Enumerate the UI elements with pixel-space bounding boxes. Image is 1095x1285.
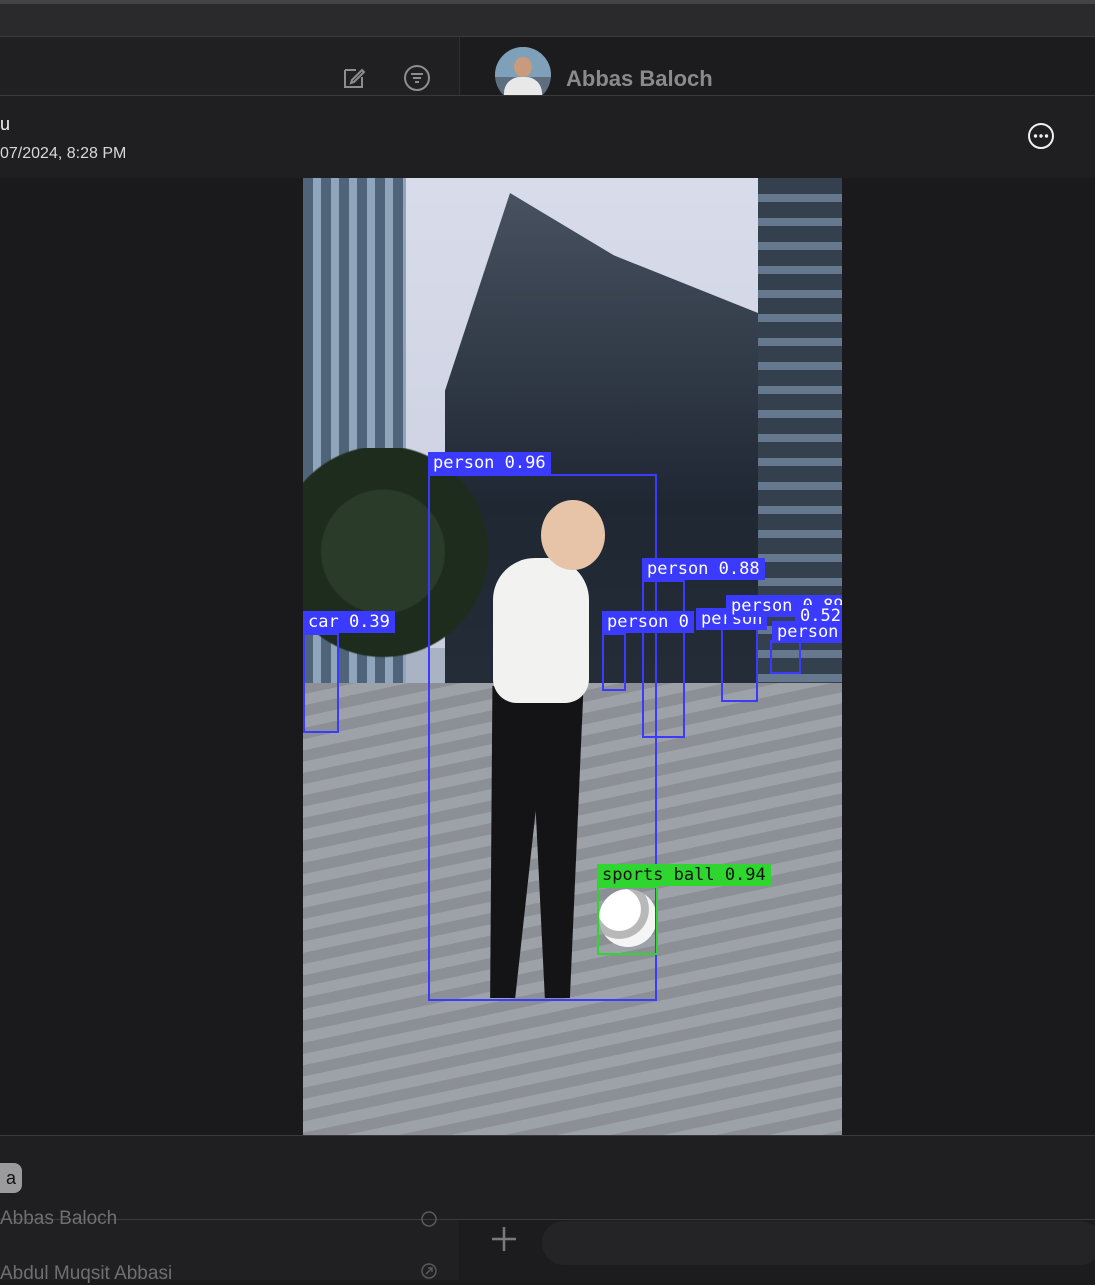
message-input[interactable] [542,1221,1095,1265]
detection-photo[interactable]: person 0.96 person 0.88 car 0.39 person … [303,178,842,1135]
filter-icon[interactable] [403,64,431,92]
chat-contact-name[interactable]: Abbas Baloch [566,66,713,92]
chat-list-item[interactable]: Abdul Muqsit Abbasi [0,1263,172,1285]
media-viewer-header [0,95,1095,179]
pin-icon [420,1210,438,1228]
detection-box [602,633,626,691]
detection-label: person [772,621,842,643]
detection-label: person 0.96 [428,452,551,474]
detection-box [770,640,801,674]
window-titlebar [0,0,1095,37]
detection-label: car 0.39 [303,611,395,633]
media-viewer-footer [0,1135,1095,1220]
detection-label-green: sports ball 0.94 [597,864,771,886]
plus-icon[interactable] [489,1224,519,1254]
pin-icon [420,1262,438,1280]
chat-header[interactable] [460,37,1095,95]
thumbnail-chip[interactable]: a [0,1163,22,1193]
footer-divider [0,1219,1095,1220]
detection-box-green [597,886,658,955]
detection-label: person 0 [602,611,694,633]
chat-list-item[interactable]: Abbas Baloch [0,1208,117,1230]
compose-icon[interactable] [340,64,368,92]
ellipsis-circle-icon[interactable] [1027,122,1055,150]
media-timestamp: 07/2024, 8:28 PM [0,145,127,162]
detection-box [642,580,685,738]
media-sender-name: u [0,114,11,134]
detection-label: person 0.88 [642,558,765,580]
detection-box [303,633,339,733]
detection-box [721,627,758,702]
